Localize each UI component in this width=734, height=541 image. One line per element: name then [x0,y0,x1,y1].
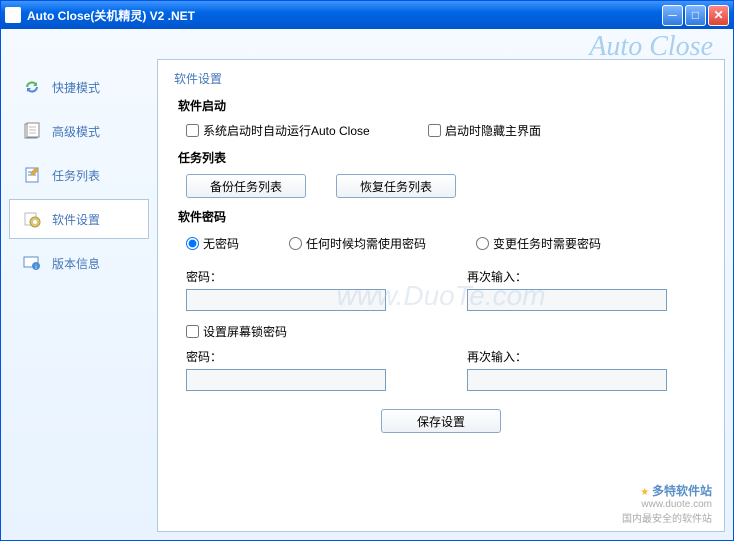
sidebar-item-advanced[interactable]: 高级模式 [9,111,149,151]
app-icon [5,7,21,23]
content-panel: www.DuoTe.com 软件设置 软件启动 系统启动时自动运行Auto Cl… [157,59,725,532]
radio-none-wrap[interactable]: 无密码 [186,235,239,252]
lock-password-label: 密码： [186,348,427,365]
footer-line2: www.duote.com [641,499,712,510]
radio-none-label: 无密码 [203,235,239,252]
password-confirm-label: 再次输入： [467,268,708,285]
lock-password-confirm-input[interactable] [467,369,667,391]
autorun-checkbox-wrap[interactable]: 系统启动时自动运行Auto Close [186,122,416,139]
lock-password-input[interactable] [186,369,386,391]
radio-change-label: 变更任务时需要密码 [493,235,601,252]
footer-line3: 国内最安全的软件站 [622,514,712,525]
section-tasklist-heading: 任务列表 [178,149,708,166]
section-startup-heading: 软件启动 [178,97,708,114]
password-label: 密码： [186,268,427,285]
app-window: Auto Close(关机精灵) V2 .NET ─ □ ✕ Auto Clos… [0,0,734,541]
radio-change-wrap[interactable]: 变更任务时需要密码 [476,235,601,252]
backup-button[interactable]: 备份任务列表 [186,174,306,198]
refresh-icon [20,75,44,99]
password-confirm-input[interactable] [467,289,667,311]
window-controls: ─ □ ✕ [662,5,729,26]
panel-title: 软件设置 [174,70,708,87]
hide-checkbox-wrap[interactable]: 启动时隐藏主界面 [428,122,541,139]
screenlock-checkbox[interactable] [186,325,199,338]
sidebar: 快捷模式 高级模式 任务列表 软件设置 i 版本信息 [9,59,149,532]
autorun-checkbox[interactable] [186,124,199,137]
radio-always[interactable] [289,237,302,250]
minimize-button[interactable]: ─ [662,5,683,26]
gear-icon [20,207,44,231]
sidebar-item-version[interactable]: i 版本信息 [9,243,149,283]
sidebar-item-label: 软件设置 [52,211,100,228]
radio-always-wrap[interactable]: 任何时候均需使用密码 [289,235,426,252]
sidebar-item-label: 版本信息 [52,255,100,272]
hide-label: 启动时隐藏主界面 [445,122,541,139]
password-input[interactable] [186,289,386,311]
body-area: 快捷模式 高级模式 任务列表 软件设置 i 版本信息 www.DuoTe.com… [1,29,733,540]
screenlock-checkbox-wrap[interactable]: 设置屏幕锁密码 [186,323,287,340]
radio-none[interactable] [186,237,199,250]
notebook-icon [20,163,44,187]
window-title: Auto Close(关机精灵) V2 .NET [27,7,662,24]
svg-text:i: i [35,265,36,271]
sidebar-item-label: 高级模式 [52,123,100,140]
autorun-label: 系统启动时自动运行Auto Close [203,122,370,139]
sidebar-item-quick[interactable]: 快捷模式 [9,67,149,107]
star-icon: ★ [640,487,652,498]
maximize-button[interactable]: □ [685,5,706,26]
footer-brand: ★ 多特软件站 www.duote.com 国内最安全的软件站 [622,482,712,525]
section-password-heading: 软件密码 [178,208,708,225]
sidebar-item-label: 任务列表 [52,167,100,184]
radio-change[interactable] [476,237,489,250]
screenlock-label: 设置屏幕锁密码 [203,323,287,340]
titlebar: Auto Close(关机精灵) V2 .NET ─ □ ✕ [1,1,733,29]
document-icon [20,119,44,143]
radio-always-label: 任何时候均需使用密码 [306,235,426,252]
info-icon: i [20,251,44,275]
hide-checkbox[interactable] [428,124,441,137]
sidebar-item-label: 快捷模式 [52,79,100,96]
lock-password-confirm-label: 再次输入： [467,348,708,365]
restore-button[interactable]: 恢复任务列表 [336,174,456,198]
footer-line1: 多特软件站 [652,484,712,498]
save-button[interactable]: 保存设置 [381,409,501,433]
sidebar-item-settings[interactable]: 软件设置 [9,199,149,239]
close-button[interactable]: ✕ [708,5,729,26]
sidebar-item-tasklist[interactable]: 任务列表 [9,155,149,195]
